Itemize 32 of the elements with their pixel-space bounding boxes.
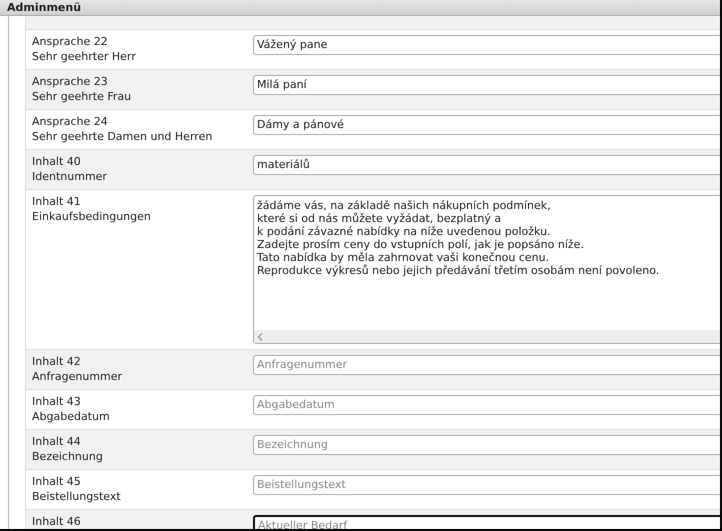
field-label: Ansprache 22	[32, 34, 109, 49]
field-label: Inhalt 41	[32, 194, 82, 209]
field-label: Ansprache 23	[32, 74, 109, 89]
field-label: Inhalt 44	[32, 434, 82, 449]
field-label: Inhalt 46	[32, 514, 82, 529]
input-field[interactable]: Beistellungstext	[253, 475, 720, 495]
field-description: Anfragenummer	[32, 369, 124, 384]
field-description: Sehr geehrte Frau	[32, 89, 132, 104]
panel-title: Adminmenü	[7, 0, 82, 15]
input-field[interactable]: Anfragenummer	[253, 355, 720, 375]
input-field[interactable]: Milá paní	[253, 75, 720, 95]
field-description: Bezeichnung	[32, 449, 104, 464]
field-label: Inhalt 45	[32, 474, 82, 489]
field-description: Beistellungstext	[32, 489, 122, 504]
field-label: Inhalt 40	[32, 154, 82, 169]
input-field[interactable]: Abgabedatum	[253, 395, 720, 415]
input-field[interactable]: Dámy a pánové	[253, 115, 720, 135]
input-field[interactable]: Vážený pane	[253, 35, 720, 55]
input-field[interactable]: Bezeichnung	[253, 435, 720, 455]
field-label: Ansprache 24	[32, 114, 109, 129]
field-label: Inhalt 43	[32, 394, 82, 409]
field-description: Abgabedatum	[32, 409, 111, 424]
scroll-left-icon[interactable]	[257, 332, 263, 340]
textarea-field[interactable]: žádáme vás, na základě našich nákupních podmínek, které si od nás můžete vyžádat, bezplatný a k podání závazné nabídky na níže uvedenou položku. Zadejte prosím ceny do vstupních polí, jak je popsáno níže. Tato nabídka by měla zahrnovat vaši konečnou cenu. Reprodukce výkresů nebo jejich předávání třetím osobám není povoleno.	[253, 195, 720, 344]
field-description: Identnummer	[32, 169, 108, 184]
field-description: Sehr geehrte Damen und Herren	[32, 129, 214, 144]
field-description: Sehr geehrter Herr	[32, 49, 137, 64]
input-field[interactable]: materiálů	[253, 155, 720, 175]
scrollbar[interactable]	[254, 330, 720, 343]
field-label: Inhalt 42	[32, 354, 82, 369]
input-field[interactable]: Aktueller Bedarf	[253, 515, 720, 529]
field-description: Einkaufsbedingungen	[32, 209, 152, 224]
